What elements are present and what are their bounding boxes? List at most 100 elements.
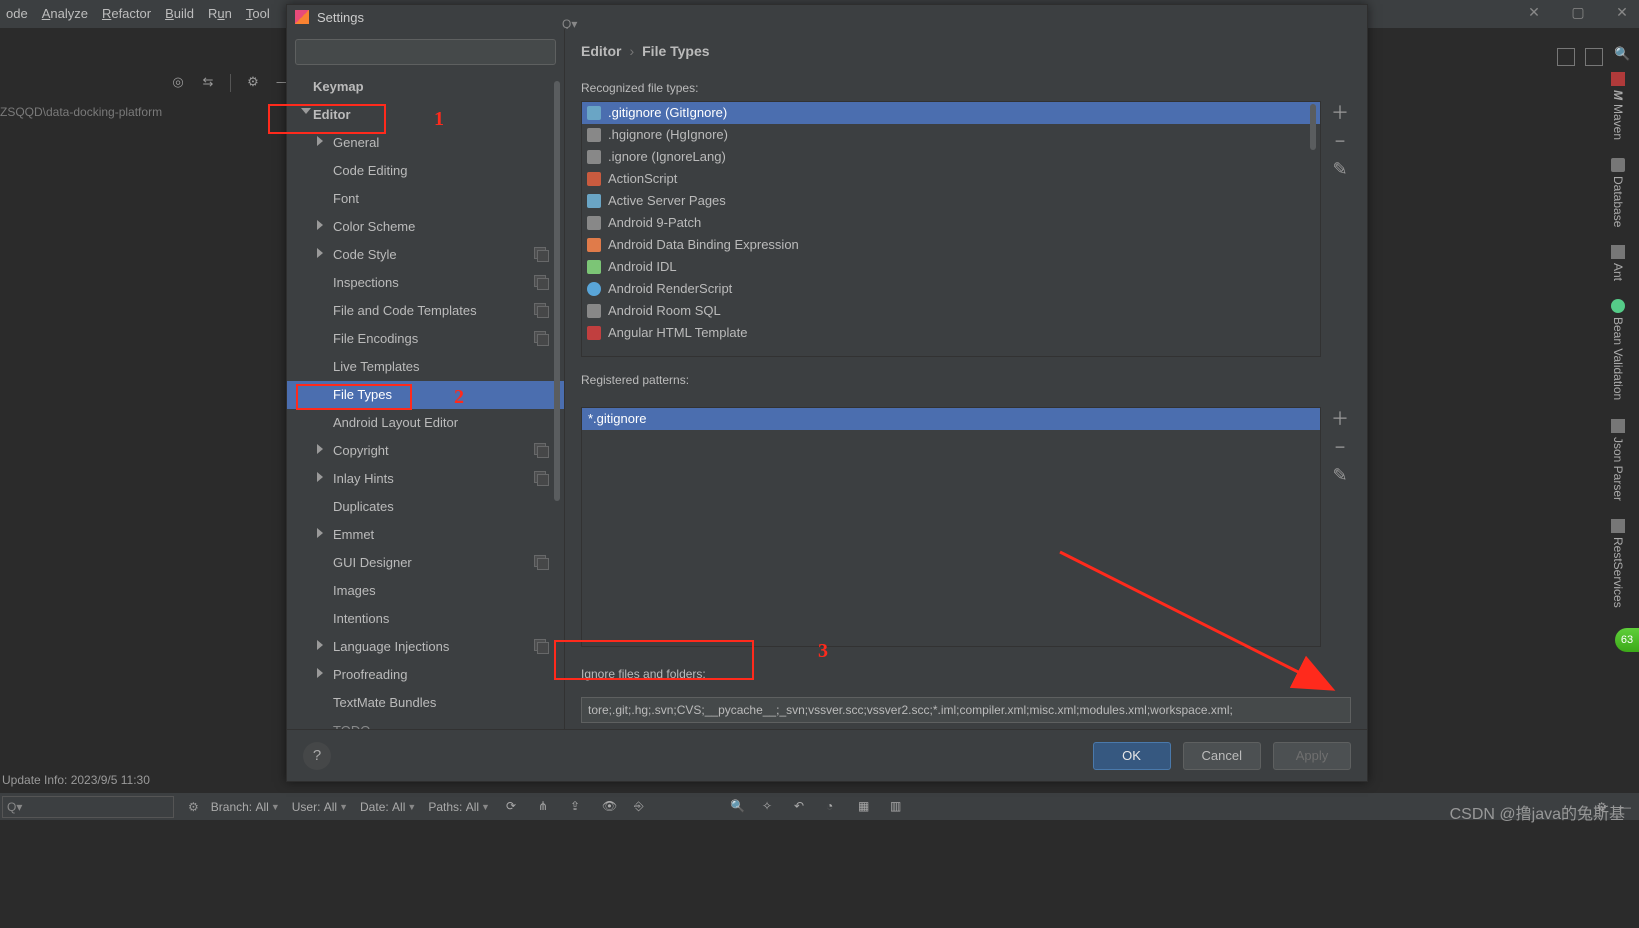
ok-button[interactable]: OK: [1093, 742, 1171, 770]
tree-language-injections[interactable]: Language Injections: [287, 633, 564, 661]
filter-paths[interactable]: Paths: All▼: [428, 800, 490, 814]
tree-android-layout-editor[interactable]: Android Layout Editor: [287, 409, 564, 437]
filetype-row: Android IDL: [582, 256, 1320, 278]
add-button[interactable]: ＋: [1331, 105, 1349, 123]
filetype-row: Android Data Binding Expression: [582, 234, 1320, 256]
filetype-icon: [587, 326, 601, 340]
gear-icon[interactable]: ⚙: [243, 74, 263, 94]
filetypes-actions: ＋ − ✎: [1321, 101, 1351, 357]
filter-branch[interactable]: Branch: All▼: [211, 800, 280, 814]
filetype-icon: [587, 282, 601, 296]
pattern-row[interactable]: *.gitignore: [582, 408, 1320, 430]
filetype-row: .ignore (IgnoreLang): [582, 146, 1320, 168]
tree-inspections[interactable]: Inspections: [287, 269, 564, 297]
filter-user[interactable]: User: All▼: [292, 800, 348, 814]
tree-todo[interactable]: TODO: [287, 717, 564, 729]
remove-button[interactable]: −: [1331, 439, 1349, 457]
tree-font[interactable]: Font: [287, 185, 564, 213]
tool-bean-validation[interactable]: Bean Validation: [1611, 299, 1625, 400]
tree-gui-designer[interactable]: GUI Designer: [287, 549, 564, 577]
refresh-icon[interactable]: ⟳: [506, 799, 522, 815]
tree-textmate-bundles[interactable]: TextMate Bundles: [287, 689, 564, 717]
help-button[interactable]: ?: [303, 742, 331, 770]
ide-project-breadcrumb: ZSQQD\data-docking-platform: [0, 105, 162, 119]
edit-button[interactable]: ✎: [1331, 467, 1349, 485]
filetype-icon: [587, 260, 601, 274]
search-icon[interactable]: 🔍: [730, 799, 746, 815]
dialog-footer: ? OK Cancel Apply: [287, 729, 1367, 781]
filetypes-scrollbar[interactable]: [1310, 102, 1318, 356]
menu-tool[interactable]: Tool: [246, 0, 270, 28]
search-icon[interactable]: 🔍: [1613, 48, 1631, 66]
add-button[interactable]: ＋: [1331, 411, 1349, 429]
push-icon[interactable]: ⇪: [570, 799, 586, 815]
run-badge[interactable]: 63: [1615, 628, 1639, 652]
menu-code[interactable]: ode: [6, 0, 28, 28]
filetype-row: Android Room SQL: [582, 300, 1320, 322]
remove-button[interactable]: −: [1331, 133, 1349, 151]
clock-icon[interactable]: ◔: [826, 799, 842, 815]
tree-scrollbar[interactable]: [554, 73, 562, 729]
dialog-close-icon[interactable]: ✕: [1521, 4, 1547, 21]
goto-icon[interactable]: ⎆: [634, 799, 650, 815]
scope-icon: [534, 471, 546, 483]
tree-file-code-templates[interactable]: File and Code Templates: [287, 297, 564, 325]
filetype-icon: [587, 128, 601, 142]
intellij-logo-icon: [295, 10, 309, 24]
grid-icon[interactable]: ▦: [858, 799, 874, 815]
tool-database[interactable]: Database: [1611, 158, 1625, 227]
cherry-pick-icon[interactable]: ⋔: [538, 799, 554, 815]
dialog-titlebar[interactable]: Settings: [287, 5, 1367, 29]
filetypes-list[interactable]: .gitignore (GitIgnore) .hgignore (HgIgno…: [581, 101, 1321, 357]
right-top-icons: 🔍: [1557, 48, 1631, 66]
watermark: CSDN @撸java的兔斯基: [1450, 800, 1625, 824]
tool-rest-services[interactable]: RestServices: [1611, 519, 1625, 608]
apply-button[interactable]: Apply: [1273, 742, 1351, 770]
tree-code-editing[interactable]: Code Editing: [287, 157, 564, 185]
tree-keymap[interactable]: Keymap: [287, 73, 564, 101]
tree-proofreading[interactable]: Proofreading: [287, 661, 564, 689]
app-restore-icon[interactable]: ▢: [1565, 4, 1591, 21]
tree-live-templates[interactable]: Live Templates: [287, 353, 564, 381]
gear-icon[interactable]: ⚙: [188, 800, 199, 814]
wand-icon[interactable]: ✧: [762, 799, 778, 815]
tree-color-scheme[interactable]: Color Scheme: [287, 213, 564, 241]
tree-emmet[interactable]: Emmet: [287, 521, 564, 549]
edit-button[interactable]: ✎: [1331, 161, 1349, 179]
app-close-icon[interactable]: ✕: [1609, 4, 1635, 21]
columns-icon[interactable]: ▥: [890, 799, 906, 815]
scope-icon: [534, 555, 546, 567]
undo-icon[interactable]: ↶: [794, 799, 810, 815]
menu-analyze[interactable]: Analyze: [42, 0, 88, 28]
filetype-icon: [587, 304, 601, 318]
exit-icon[interactable]: [1557, 48, 1575, 66]
tree-file-encodings[interactable]: File Encodings: [287, 325, 564, 353]
menu-refactor[interactable]: Refactor: [102, 0, 151, 28]
tree-inlay-hints[interactable]: Inlay Hints: [287, 465, 564, 493]
target-icon[interactable]: ◎: [168, 74, 188, 94]
tree-code-style[interactable]: Code Style: [287, 241, 564, 269]
tree-images[interactable]: Images: [287, 577, 564, 605]
cancel-button[interactable]: Cancel: [1183, 742, 1261, 770]
vcs-search-input[interactable]: Q▾: [2, 796, 174, 818]
label-patterns: Registered patterns:: [581, 373, 1351, 387]
tree-intentions[interactable]: Intentions: [287, 605, 564, 633]
menu-build[interactable]: Build: [165, 0, 194, 28]
tool-maven[interactable]: MMaven: [1611, 72, 1625, 140]
tool-ant[interactable]: Ant: [1611, 245, 1625, 281]
tree-duplicates[interactable]: Duplicates: [287, 493, 564, 521]
filetype-row: Android 9-Patch: [582, 212, 1320, 234]
dialog-title: Settings: [317, 10, 364, 25]
layout-icon[interactable]: [1585, 48, 1603, 66]
tool-json-parser[interactable]: Json Parser: [1611, 419, 1625, 501]
menu-run[interactable]: Run: [208, 0, 232, 28]
eye-icon[interactable]: 👁: [602, 799, 618, 815]
settings-search-input[interactable]: [295, 39, 556, 65]
scope-icon: [534, 443, 546, 455]
ide-toolbar-icons: ◎ ⇆ ⚙ —: [168, 74, 293, 94]
filter-date[interactable]: Date: All▼: [360, 800, 416, 814]
tree-copyright[interactable]: Copyright: [287, 437, 564, 465]
annotation-box-1: [268, 104, 386, 134]
filetype-icon: [587, 106, 601, 120]
collapse-icon[interactable]: ⇆: [198, 74, 218, 94]
